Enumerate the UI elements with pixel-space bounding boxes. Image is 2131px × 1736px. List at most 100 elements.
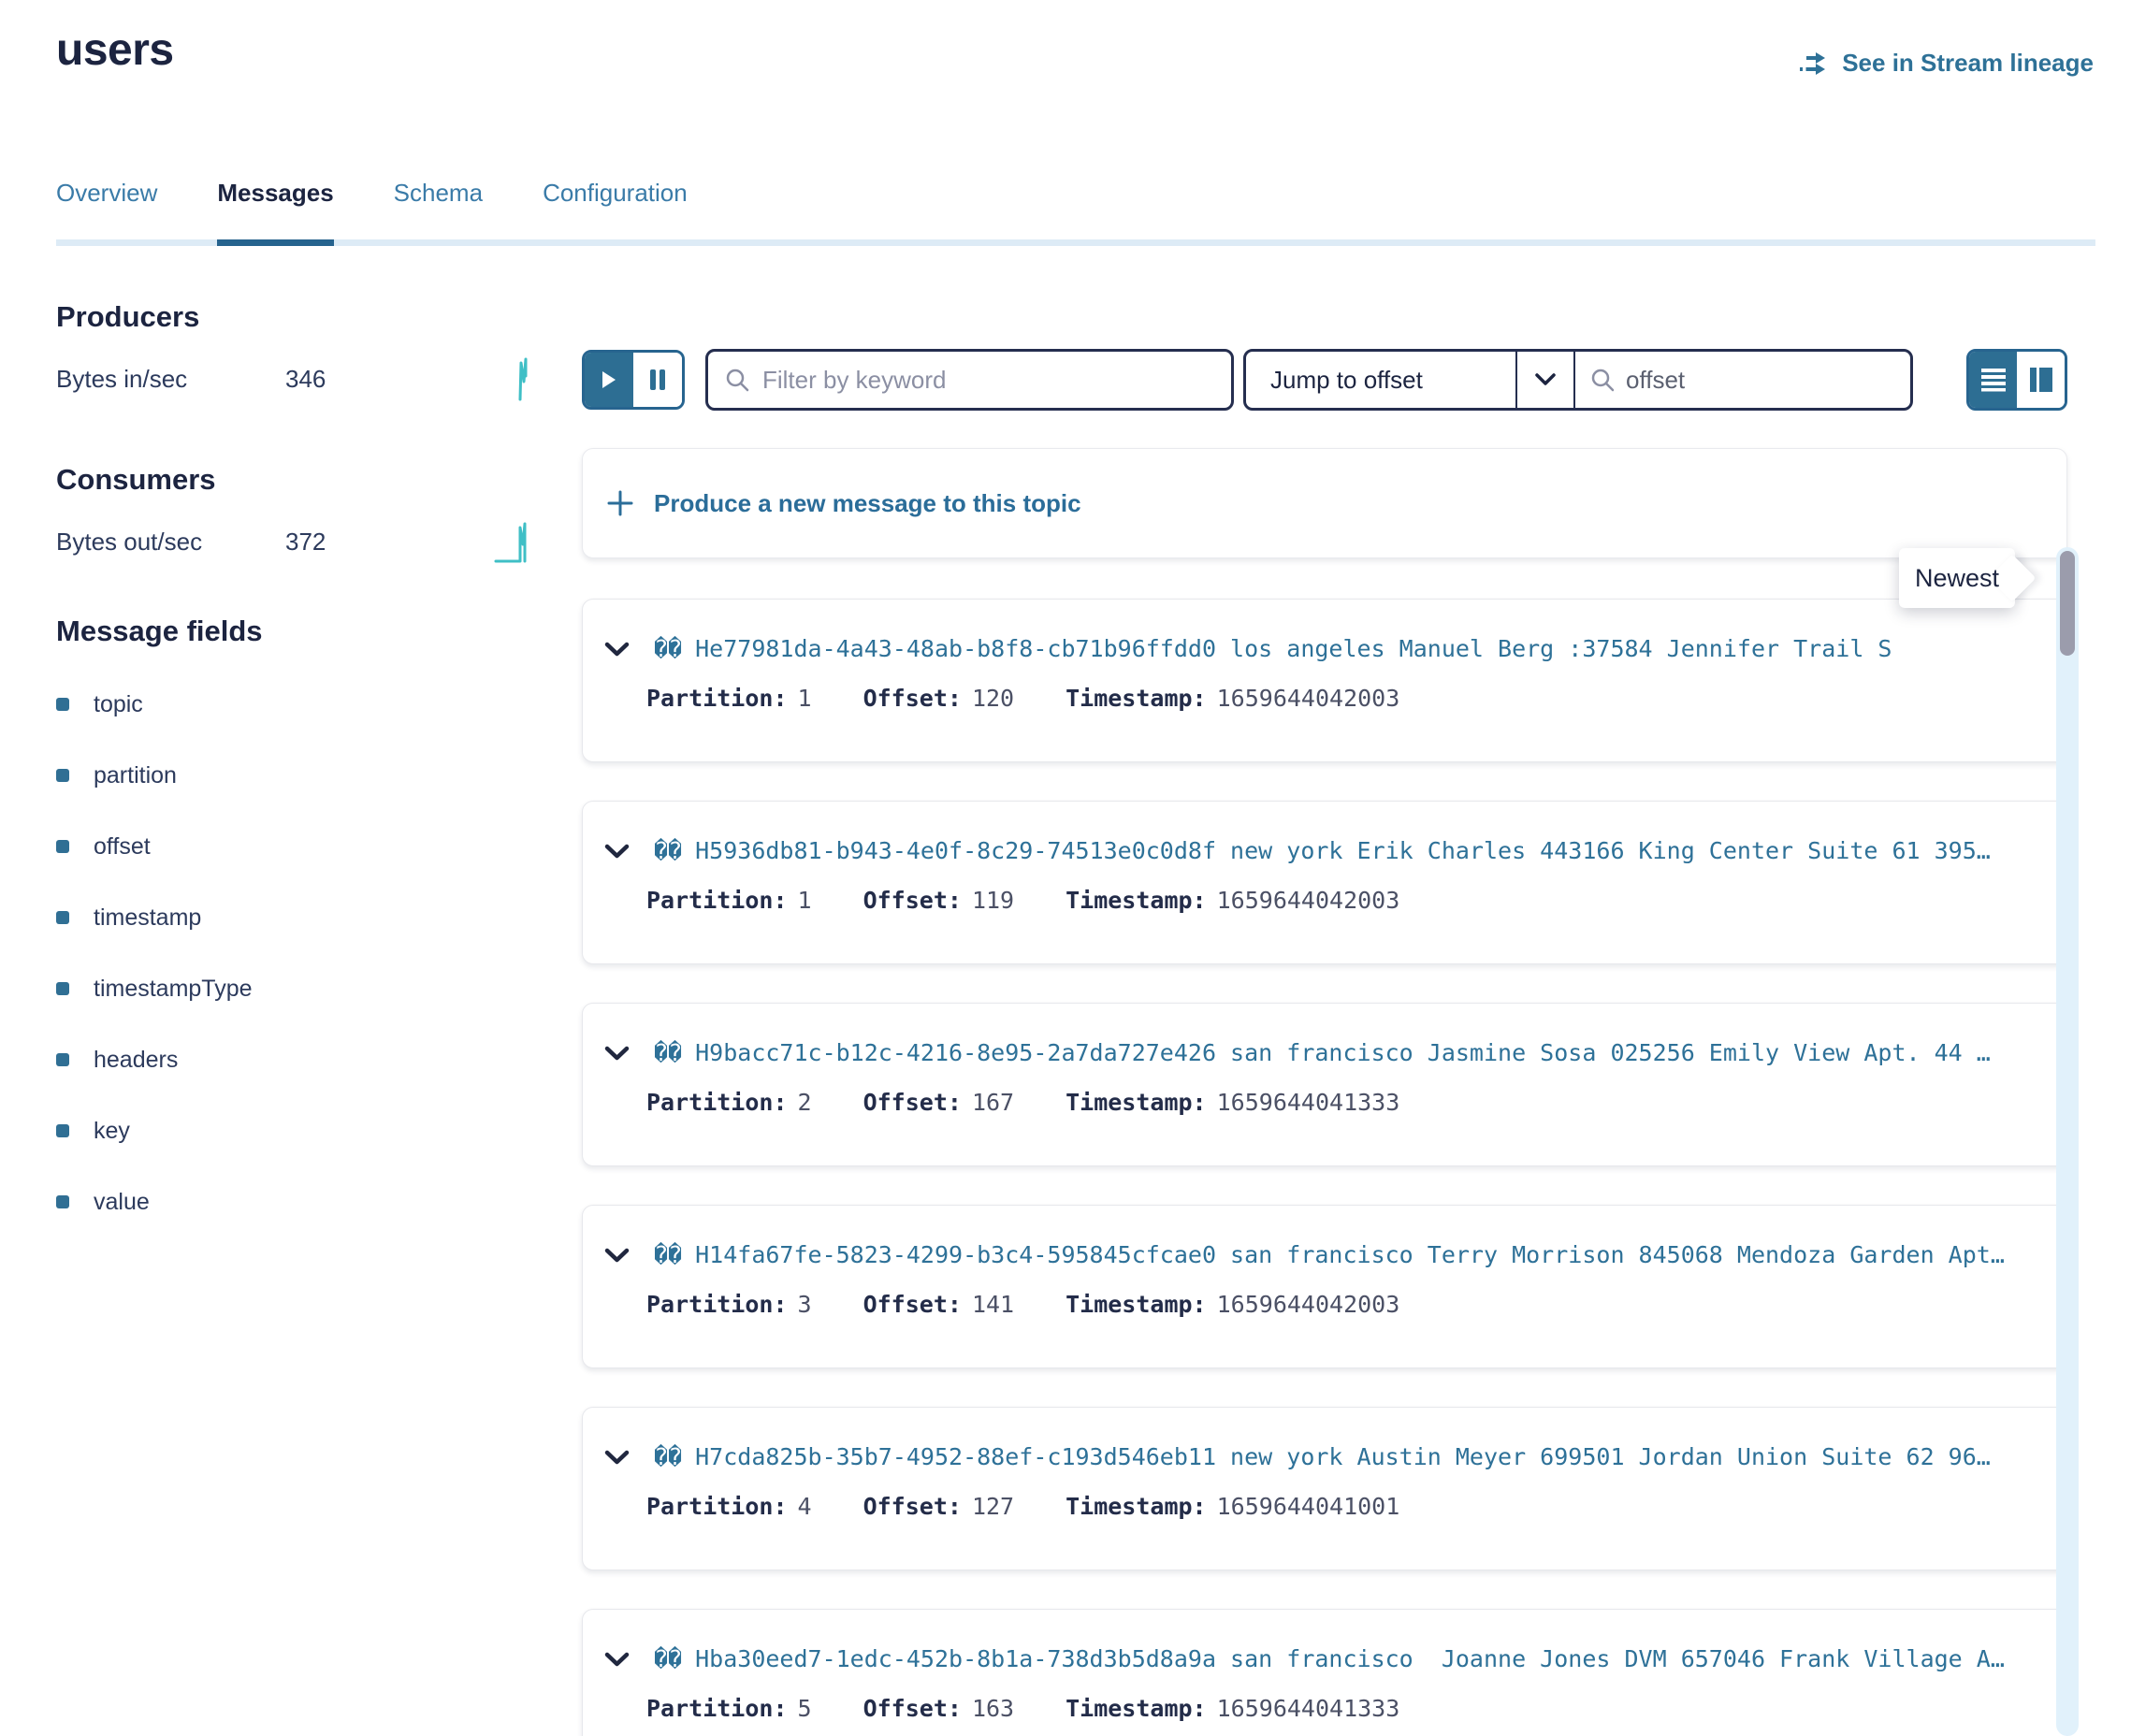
topic-page: users See in Stream lineage Overview Mes… bbox=[0, 0, 2131, 1736]
expand-chevron-icon[interactable] bbox=[604, 1046, 630, 1061]
page-header: users See in Stream lineage bbox=[0, 0, 2131, 78]
tab-schema[interactable]: Schema bbox=[394, 179, 483, 239]
newest-tooltip: Newest bbox=[1899, 548, 2015, 608]
field-item-partition[interactable]: partition bbox=[56, 761, 531, 789]
column-view-button[interactable] bbox=[2017, 352, 2065, 408]
partition-field: Partition:5 bbox=[646, 1695, 812, 1722]
offset-field: Offset:163 bbox=[863, 1695, 1015, 1722]
bullet-icon bbox=[56, 698, 69, 711]
jump-to-offset-select[interactable]: Jump to offset bbox=[1246, 352, 1515, 408]
message-row[interactable]: �� He77981da-4a43-48ab-b8f8-cb71b96ffdd0… bbox=[582, 599, 2067, 762]
message-value-preview: H14fa67fe-5823-4299-b3c4-595845cfcae0 sa… bbox=[695, 1241, 2005, 1268]
producers-heading: Producers bbox=[56, 299, 531, 335]
bytes-in-value: 346 bbox=[285, 365, 326, 394]
message-key: �� bbox=[654, 1645, 682, 1672]
list-view-icon bbox=[1980, 368, 2007, 392]
bytes-out-label: Bytes out/sec bbox=[56, 528, 285, 557]
page-title: users bbox=[56, 24, 174, 77]
produce-message-label: Produce a new message to this topic bbox=[654, 489, 1081, 518]
offset-field: Offset:120 bbox=[863, 685, 1015, 712]
lineage-arrows-icon bbox=[1799, 50, 1831, 78]
search-icon bbox=[1590, 368, 1615, 392]
message-value-preview: Hba30eed7-1edc-452b-8b1a-738d3b5d8a9a sa… bbox=[695, 1645, 2005, 1672]
field-item-offset[interactable]: offset bbox=[56, 832, 531, 861]
bytes-in-label: Bytes in/sec bbox=[56, 365, 285, 394]
partition-field: Partition:1 bbox=[646, 887, 812, 914]
play-icon bbox=[602, 370, 616, 389]
message-fields-list: topic partition offset timestamp timesta… bbox=[56, 690, 531, 1216]
offset-field: Offset:127 bbox=[863, 1493, 1015, 1520]
bullet-icon bbox=[56, 1195, 69, 1208]
play-button[interactable] bbox=[585, 353, 633, 407]
lineage-link-label: See in Stream lineage bbox=[1842, 49, 2094, 78]
filter-field bbox=[705, 349, 1234, 411]
bullet-icon bbox=[56, 769, 69, 782]
timestamp-field: Timestamp:1659644041333 bbox=[1066, 1089, 1399, 1116]
offset-field bbox=[1573, 352, 1910, 408]
view-toggle bbox=[1966, 349, 2067, 411]
message-key: �� bbox=[654, 837, 682, 864]
timestamp-field: Timestamp:1659644042003 bbox=[1066, 887, 1399, 914]
message-key: �� bbox=[654, 635, 682, 662]
expand-chevron-icon[interactable] bbox=[604, 844, 630, 859]
expand-chevron-icon[interactable] bbox=[604, 1248, 630, 1263]
partition-field: Partition:4 bbox=[646, 1493, 812, 1520]
timestamp-field: Timestamp:1659644041333 bbox=[1066, 1695, 1399, 1722]
message-list: �� He77981da-4a43-48ab-b8f8-cb71b96ffdd0… bbox=[582, 599, 2067, 1736]
sidebar: Producers Bytes in/sec 346 Consumers Byt… bbox=[0, 299, 531, 1736]
offset-field: Offset:141 bbox=[863, 1291, 1015, 1318]
column-view-icon bbox=[2029, 367, 2053, 393]
partition-field: Partition:3 bbox=[646, 1291, 812, 1318]
scrollbar-thumb[interactable] bbox=[2060, 551, 2075, 656]
partition-field: Partition:2 bbox=[646, 1089, 812, 1116]
field-item-headers[interactable]: headers bbox=[56, 1046, 531, 1074]
bytes-out-metric: Bytes out/sec 372 bbox=[56, 526, 531, 557]
field-item-topic[interactable]: topic bbox=[56, 690, 531, 718]
message-row[interactable]: �� H5936db81-b943-4e0f-8c29-74513e0c0d8f… bbox=[582, 801, 2067, 964]
message-row[interactable]: �� H9bacc71c-b12c-4216-8e95-2a7da727e426… bbox=[582, 1003, 2067, 1166]
bytes-in-metric: Bytes in/sec 346 bbox=[56, 363, 531, 395]
bullet-icon bbox=[56, 840, 69, 853]
chevron-down-icon[interactable] bbox=[1515, 352, 1573, 408]
tab-messages[interactable]: Messages bbox=[217, 179, 333, 239]
scrollbar-track[interactable] bbox=[2056, 547, 2079, 1736]
message-row[interactable]: �� H7cda825b-35b7-4952-88ef-c193d546eb11… bbox=[582, 1407, 2067, 1570]
pause-button[interactable] bbox=[633, 353, 682, 407]
timestamp-field: Timestamp:1659644041001 bbox=[1066, 1493, 1399, 1520]
consumers-heading: Consumers bbox=[56, 462, 531, 498]
expand-chevron-icon[interactable] bbox=[604, 642, 630, 657]
expand-chevron-icon[interactable] bbox=[604, 1450, 630, 1465]
tab-configuration[interactable]: Configuration bbox=[543, 179, 688, 239]
offset-field: Offset:167 bbox=[863, 1089, 1015, 1116]
play-pause-control bbox=[582, 350, 685, 410]
message-row[interactable]: �� Hba30eed7-1edc-452b-8b1a-738d3b5d8a9a… bbox=[582, 1609, 2067, 1736]
bullet-icon bbox=[56, 911, 69, 924]
field-item-timestampType[interactable]: timestampType bbox=[56, 975, 531, 1003]
message-key: �� bbox=[654, 1039, 682, 1066]
message-row[interactable]: �� H14fa67fe-5823-4299-b3c4-595845cfcae0… bbox=[582, 1205, 2067, 1368]
message-key: �� bbox=[654, 1241, 682, 1268]
field-item-value[interactable]: value bbox=[56, 1188, 531, 1216]
tab-bar: Overview Messages Schema Configuration bbox=[56, 179, 2095, 246]
bullet-icon bbox=[56, 1053, 69, 1066]
message-value-preview: H7cda825b-35b7-4952-88ef-c193d546eb11 ne… bbox=[695, 1443, 1991, 1470]
pause-icon bbox=[649, 369, 666, 391]
field-item-key[interactable]: key bbox=[56, 1117, 531, 1145]
tab-overview[interactable]: Overview bbox=[56, 179, 157, 239]
field-item-timestamp[interactable]: timestamp bbox=[56, 904, 531, 932]
produce-message-button[interactable]: Produce a new message to this topic bbox=[582, 448, 2067, 558]
message-key: �� bbox=[654, 1443, 682, 1470]
filter-input[interactable] bbox=[762, 366, 1214, 395]
timestamp-field: Timestamp:1659644042003 bbox=[1066, 685, 1399, 712]
timestamp-field: Timestamp:1659644042003 bbox=[1066, 1291, 1399, 1318]
list-view-button[interactable] bbox=[1969, 352, 2017, 408]
bytes-out-sparkline bbox=[494, 518, 531, 565]
partition-field: Partition:1 bbox=[646, 685, 812, 712]
jump-to-offset-group: Jump to offset bbox=[1243, 349, 1913, 411]
bullet-icon bbox=[56, 982, 69, 995]
message-value-preview: H5936db81-b943-4e0f-8c29-74513e0c0d8f ne… bbox=[695, 837, 1991, 864]
main-panel: Jump to offset bbox=[531, 299, 2131, 1736]
expand-chevron-icon[interactable] bbox=[604, 1652, 630, 1667]
offset-input[interactable] bbox=[1626, 366, 1895, 395]
stream-lineage-link[interactable]: See in Stream lineage bbox=[1799, 49, 2094, 78]
